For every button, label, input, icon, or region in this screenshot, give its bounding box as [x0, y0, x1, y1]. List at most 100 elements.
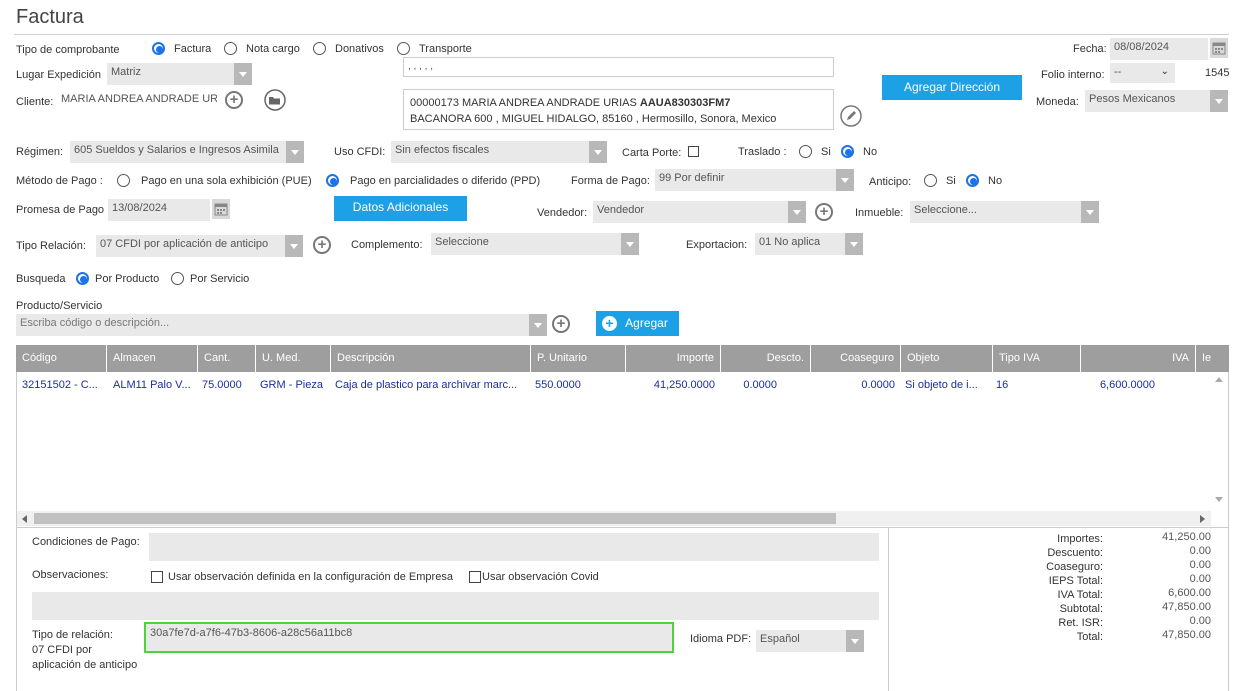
complemento-select[interactable]: Seleccione [431, 233, 639, 255]
forma-pago-select[interactable]: 99 Por definir [655, 169, 854, 191]
add-vendedor-icon[interactable]: + [815, 203, 833, 221]
chevron-down-icon [234, 63, 252, 85]
inmueble-value: Seleccione... [914, 204, 977, 216]
observacion-covid-checkbox[interactable] [469, 571, 481, 583]
datos-adicionales-button[interactable]: Datos Adicionales [334, 196, 467, 221]
uso-cfdi-value: Sin efectos fiscales [395, 144, 490, 156]
scroll-thumb[interactable] [34, 513, 836, 524]
total-coaseguro-value: 0.00 [1189, 559, 1211, 571]
chevron-down-icon [1210, 90, 1228, 112]
tipo-relacion-select[interactable]: 07 CFDI por aplicación de anticipo [96, 235, 303, 257]
uuid-relacion-input[interactable]: 30a7fe7d-a7f6-47b3-8606-a28c56a11bc8 [144, 622, 674, 653]
producto-label: Producto/Servicio [16, 300, 103, 312]
agregar-label: Agregar [625, 316, 668, 330]
radio-donativos-label: Donativos [335, 43, 384, 55]
cliente-label: Cliente: [16, 96, 54, 108]
metodo-pue-radio[interactable] [117, 174, 130, 187]
agregar-button[interactable]: + Agregar [596, 311, 679, 336]
scroll-right-icon[interactable] [1200, 515, 1205, 523]
metodo-ppd-radio[interactable] [326, 174, 339, 187]
traslado-si-radio[interactable] [799, 145, 812, 158]
col-almacen[interactable]: Almacen [107, 345, 198, 372]
col-descto[interactable]: Descto. [721, 345, 811, 372]
vendedor-select[interactable]: Vendedor [593, 201, 806, 223]
table-row[interactable]: 32151502 - C... ALM11 Palo V... 75.0000 … [16, 374, 1213, 396]
producto-search-input[interactable]: Escriba código o descripción... [16, 314, 547, 336]
add-producto-icon[interactable]: + [552, 315, 570, 333]
exportacion-select[interactable]: 01 No aplica [755, 233, 863, 255]
total-descuento-label: Descuento: [1047, 547, 1103, 559]
tipo-relacion-info-value1: 07 CFDI por [32, 644, 92, 656]
anticipo-no-radio[interactable] [966, 174, 979, 187]
edit-pencil-icon[interactable] [840, 105, 862, 127]
fecha-calendar-icon[interactable] [1210, 38, 1228, 58]
scroll-down-icon[interactable] [1215, 497, 1223, 502]
moneda-select[interactable]: Pesos Mexicanos [1085, 90, 1228, 112]
busqueda-producto-label: Por Producto [95, 273, 160, 285]
metodo-pago-label: Método de Pago : [16, 175, 103, 187]
chevron-down-icon [621, 233, 639, 255]
col-objeto[interactable]: Objeto [901, 345, 993, 372]
observaciones-input[interactable] [32, 592, 879, 620]
busqueda-servicio-radio[interactable] [171, 272, 184, 285]
col-importe[interactable]: Importe [626, 345, 721, 372]
total-total-value: 47,850.00 [1162, 629, 1211, 641]
products-grid [16, 345, 1229, 528]
carta-porte-checkbox[interactable] [688, 146, 699, 157]
total-ieps-label: IEPS Total: [1048, 575, 1103, 587]
col-coaseguro[interactable]: Coaseguro [811, 345, 901, 372]
folio-number: 1545 [1205, 67, 1230, 79]
col-umed[interactable]: U. Med. [256, 345, 331, 372]
condiciones-pago-input[interactable] [149, 533, 879, 561]
cliente-input[interactable]: MARIA ANDREA ANDRADE URI [57, 90, 217, 112]
vertical-scrollbar[interactable] [1211, 372, 1228, 510]
uso-cfdi-label: Uso CFDI: [334, 146, 386, 158]
total-retisr-value: 0.00 [1189, 615, 1211, 627]
agregar-direccion-button[interactable]: Agregar Dirección [882, 75, 1022, 100]
folio-interno-select[interactable]: -- ⌄ [1110, 63, 1175, 83]
total-descuento-value: 0.00 [1189, 545, 1211, 557]
traslado-si-label: Si [821, 146, 831, 158]
page-title: Factura [16, 6, 84, 28]
inmueble-select[interactable]: Seleccione... [910, 201, 1099, 223]
scroll-left-icon[interactable] [22, 515, 27, 523]
chevron-down-icon: ⌄ [1160, 66, 1169, 77]
fecha-label: Fecha: [1073, 43, 1107, 55]
col-tipo-iva[interactable]: Tipo IVA [993, 345, 1081, 372]
col-cant[interactable]: Cant. [198, 345, 256, 372]
radio-factura[interactable] [152, 42, 165, 55]
col-iva[interactable]: IVA [1081, 345, 1196, 372]
chevron-down-icon [846, 630, 864, 652]
forma-pago-label: Forma de Pago: [571, 175, 650, 187]
fecha-input[interactable]: 08/08/2024 [1110, 38, 1208, 60]
scroll-up-icon[interactable] [1215, 377, 1223, 382]
promesa-calendar-icon[interactable] [212, 199, 230, 219]
uso-cfdi-select[interactable]: Sin efectos fiscales [391, 141, 607, 163]
col-ieps[interactable]: Ie [1196, 345, 1229, 372]
direccion-input[interactable]: , , , , , [403, 57, 834, 77]
busqueda-producto-radio[interactable] [76, 272, 89, 285]
col-descripcion[interactable]: Descripción [331, 345, 531, 372]
producto-placeholder: Escriba código o descripción... [20, 317, 170, 329]
radio-donativos[interactable] [313, 42, 326, 55]
total-importes-label: Importes: [1057, 533, 1103, 545]
add-cliente-icon[interactable]: + [225, 91, 243, 109]
moneda-label: Moneda: [1036, 96, 1079, 108]
observacion-empresa-checkbox[interactable] [151, 571, 163, 583]
radio-nota-cargo[interactable] [224, 42, 237, 55]
radio-transporte[interactable] [397, 42, 410, 55]
col-codigo[interactable]: Código [16, 345, 107, 372]
col-punitario[interactable]: P. Unitario [531, 345, 626, 372]
horizontal-scrollbar[interactable] [17, 511, 1211, 526]
condiciones-pago-label: Condiciones de Pago: [32, 536, 140, 548]
anticipo-si-radio[interactable] [924, 174, 937, 187]
idioma-pdf-select[interactable]: Español [756, 630, 864, 652]
regimen-select[interactable]: 605 Sueldos y Salarios e Ingresos Asimil… [70, 141, 304, 163]
promesa-pago-input[interactable]: 13/08/2024 [108, 199, 210, 221]
traslado-no-radio[interactable] [841, 145, 854, 158]
folder-icon[interactable] [263, 89, 287, 111]
add-relacion-icon[interactable]: + [313, 236, 331, 254]
vendedor-value: Vendedor [597, 204, 645, 216]
lugar-expedicion-select[interactable]: Matriz [107, 63, 252, 85]
total-coaseguro-label: Coaseguro: [1046, 561, 1103, 573]
